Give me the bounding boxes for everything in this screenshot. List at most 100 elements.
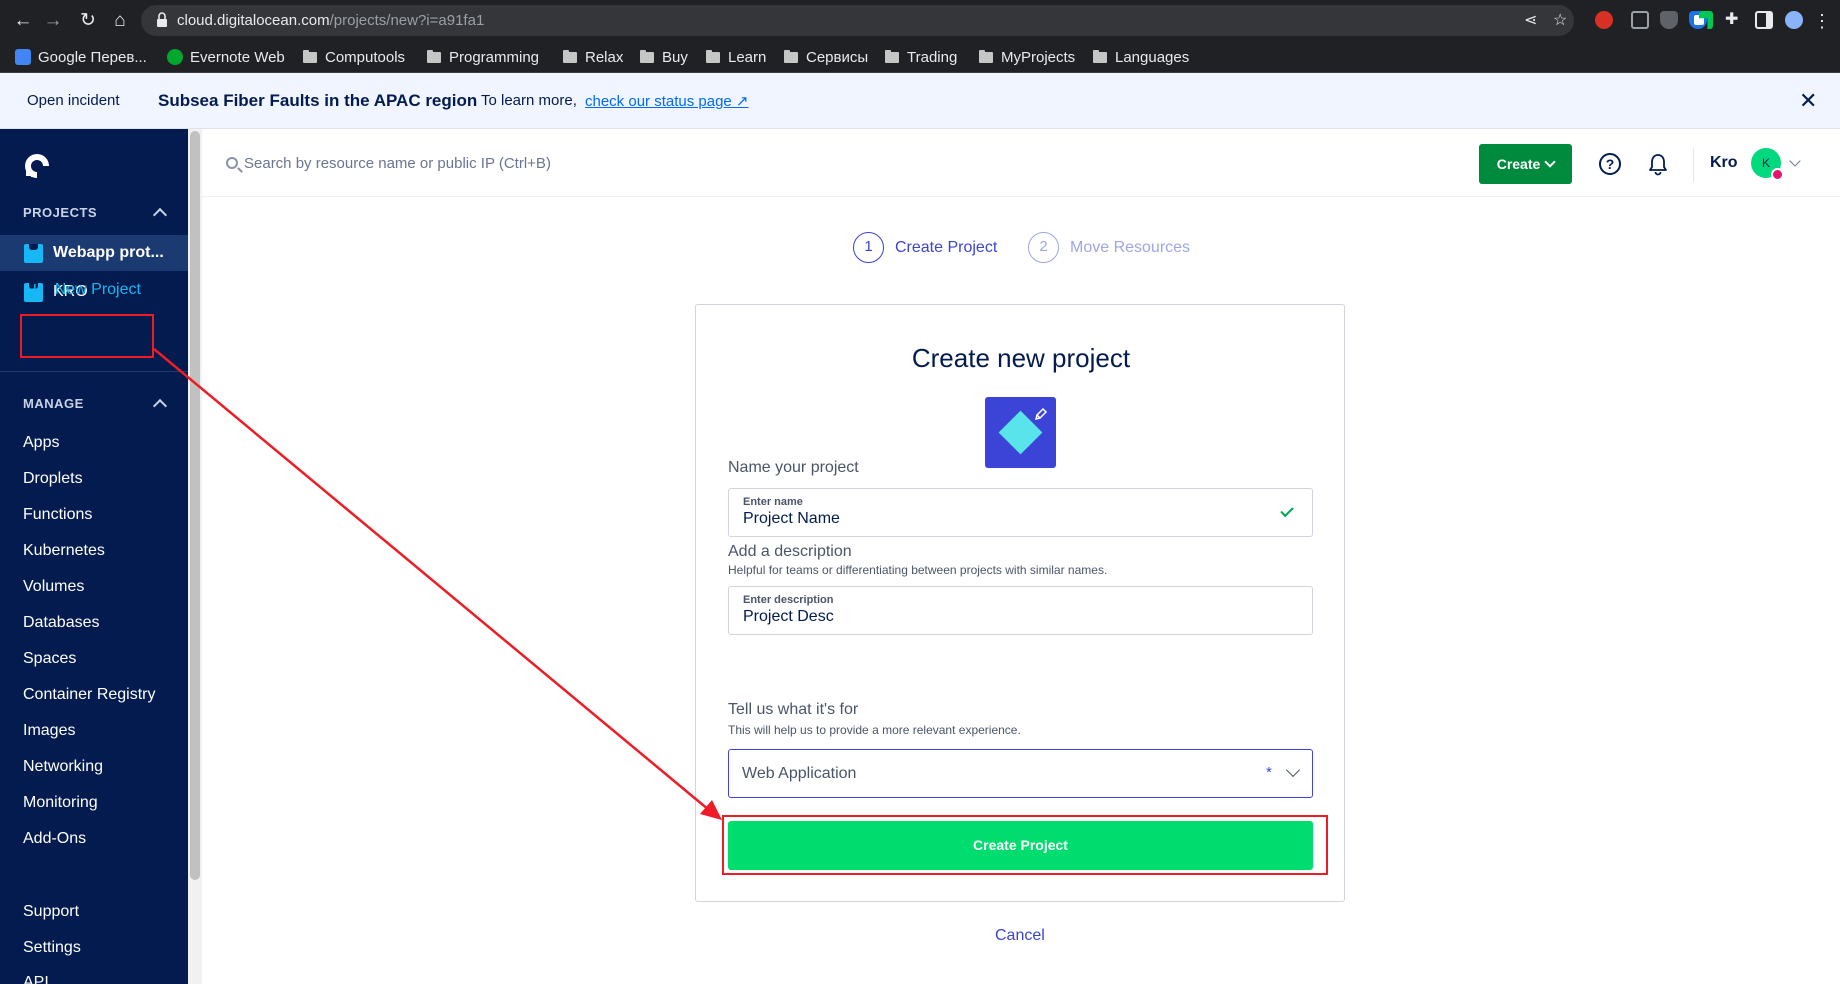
sidebar-item-droplets[interactable]: Droplets	[23, 470, 83, 488]
sidebar-item-add-ons[interactable]: Add-Ons	[23, 830, 86, 848]
description-field-label: Enter description	[743, 594, 834, 606]
check-icon	[1280, 503, 1294, 518]
sidebar-scrollbar-thumb[interactable]	[190, 131, 200, 880]
status-page-link[interactable]: check our status page ↗	[585, 92, 749, 110]
bookmark-myprojects[interactable]: MyProjects	[979, 46, 1075, 68]
bookmark-star-icon[interactable]: ☆	[1553, 13, 1567, 29]
bookmark-evernote[interactable]: Evernote Web	[167, 46, 285, 68]
project-illustration-icon	[985, 397, 1056, 468]
create-dropdown-button[interactable]: Create	[1479, 144, 1572, 184]
bookmark-languages[interactable]: Languages	[1093, 46, 1189, 68]
sidebar-item-settings[interactable]: Settings	[23, 939, 81, 957]
search-input[interactable]	[244, 150, 844, 176]
bookmark-trading[interactable]: Trading	[885, 46, 957, 68]
create-project-card: Create new project Name your project Ent…	[695, 304, 1345, 902]
step-number: 1	[853, 232, 884, 263]
address-bar[interactable]: cloud.digitalocean.com/projects/new?i=a9…	[141, 5, 1574, 36]
folder-icon	[784, 49, 798, 63]
sidebar-item-monitoring[interactable]: Monitoring	[23, 794, 98, 812]
purpose-help-text: This will help us to provide a more rele…	[728, 723, 1021, 737]
chevron-up-icon[interactable]	[152, 207, 168, 223]
step-create-project: 1 Create Project	[853, 232, 997, 263]
name-section-label: Name your project	[728, 459, 859, 476]
chevron-down-icon	[1285, 762, 1301, 778]
incident-title: Subsea Fiber Faults in the APAC region	[158, 91, 478, 110]
bookmark-services[interactable]: Сервисы	[784, 46, 868, 68]
folder-icon	[427, 49, 441, 63]
folder-icon	[885, 49, 899, 63]
projects-section-title: PROJECTS	[23, 205, 98, 220]
bell-icon[interactable]	[1647, 152, 1669, 176]
incident-learn-more: To learn more,	[481, 92, 577, 109]
project-description-field[interactable]: Enter description	[728, 586, 1313, 635]
folder-icon	[640, 49, 654, 63]
sidebar-item-networking[interactable]: Networking	[23, 758, 103, 776]
puzzle-icon[interactable]: ✚	[1725, 11, 1743, 29]
folder-icon	[563, 49, 577, 63]
name-field-label: Enter name	[743, 496, 803, 508]
folder-icon	[303, 49, 317, 63]
sidebar-item-support[interactable]: Support	[23, 903, 79, 921]
bookmark-learn[interactable]: Learn	[706, 46, 766, 68]
project-name-input[interactable]	[743, 510, 1263, 528]
purpose-section-label: Tell us what it's for	[728, 701, 859, 718]
url-text: cloud.digitalocean.com/projects/new?i=a9…	[177, 12, 485, 29]
step-number: 2	[1028, 232, 1059, 263]
bookmark-relax[interactable]: Relax	[563, 46, 623, 68]
share-icon[interactable]: ⋖	[1524, 13, 1537, 29]
sidebar-item-volumes[interactable]: Volumes	[23, 578, 84, 596]
sidebar-item-container-registry[interactable]: Container Registry	[23, 686, 156, 704]
annotation-box-create-project	[722, 815, 1328, 875]
sidebar-divider	[0, 371, 188, 372]
annotation-box-new-project	[20, 314, 154, 358]
incident-label: Open incident	[27, 92, 120, 109]
sidebar-item-spaces[interactable]: Spaces	[23, 650, 76, 668]
browser-menu-icon[interactable]: ⋮	[1810, 9, 1834, 33]
description-help-text: Helpful for teams or differentiating bet…	[728, 563, 1108, 577]
project-purpose-select[interactable]: Web Application *	[728, 749, 1313, 798]
cancel-link[interactable]: Cancel	[995, 927, 1045, 945]
project-label: Webapp prot...	[53, 244, 164, 261]
lock-icon	[157, 12, 167, 27]
sidebar-item-api[interactable]: API	[23, 974, 49, 984]
back-icon[interactable]: ←	[11, 9, 35, 33]
project-description-input[interactable]	[743, 608, 1263, 626]
extension-shield-icon[interactable]	[1660, 11, 1678, 29]
digitalocean-logo-icon[interactable]	[22, 151, 52, 181]
chevron-up-icon[interactable]	[152, 398, 168, 414]
sidebar-item-databases[interactable]: Databases	[23, 614, 100, 632]
bookmark-programming[interactable]: Programming	[427, 46, 539, 68]
evernote-icon	[167, 49, 183, 65]
sidebar-item-images[interactable]: Images	[23, 722, 75, 740]
bookmark-buy[interactable]: Buy	[640, 46, 688, 68]
help-icon[interactable]: ?	[1599, 153, 1621, 175]
folder-icon	[1093, 49, 1107, 63]
new-project-link[interactable]: + New Project	[29, 279, 141, 301]
folder-icon	[979, 49, 993, 63]
bookmarks-bar: Google Перев... Evernote Web Computools …	[0, 41, 1840, 73]
sidebar-item-apps[interactable]: Apps	[23, 434, 59, 452]
bookmark-google-translate[interactable]: Google Перев...	[15, 46, 147, 68]
step-label: Move Resources	[1070, 238, 1191, 256]
plus-icon: +	[29, 279, 41, 301]
extension-stop-icon[interactable]	[1595, 11, 1613, 29]
close-icon[interactable]: ✕	[1799, 90, 1817, 112]
new-project-label: New Project	[54, 281, 141, 298]
reload-icon[interactable]: ↻	[76, 9, 100, 33]
required-indicator: *	[1266, 764, 1272, 781]
forward-icon[interactable]: →	[41, 9, 65, 33]
sidebar-project-webapp[interactable]: Webapp prot...	[0, 235, 188, 271]
extension-pen-icon[interactable]	[1631, 11, 1649, 29]
side-panel-icon[interactable]	[1755, 11, 1773, 29]
google-translate-icon	[15, 49, 31, 65]
bookmark-computools[interactable]: Computools	[303, 46, 405, 68]
header-divider	[1693, 148, 1694, 182]
user-name[interactable]: Kro	[1710, 154, 1738, 172]
home-icon[interactable]: ⌂	[108, 9, 132, 33]
project-name-field[interactable]: Enter name	[728, 488, 1313, 537]
sidebar-item-kubernetes[interactable]: Kubernetes	[23, 542, 105, 560]
profile-avatar-icon[interactable]	[1785, 11, 1803, 29]
sidebar-item-functions[interactable]: Functions	[23, 506, 92, 524]
browser-toolbar: ← → ↻ ⌂ cloud.digitalocean.com/projects/…	[0, 0, 1840, 41]
search-icon	[226, 157, 238, 169]
